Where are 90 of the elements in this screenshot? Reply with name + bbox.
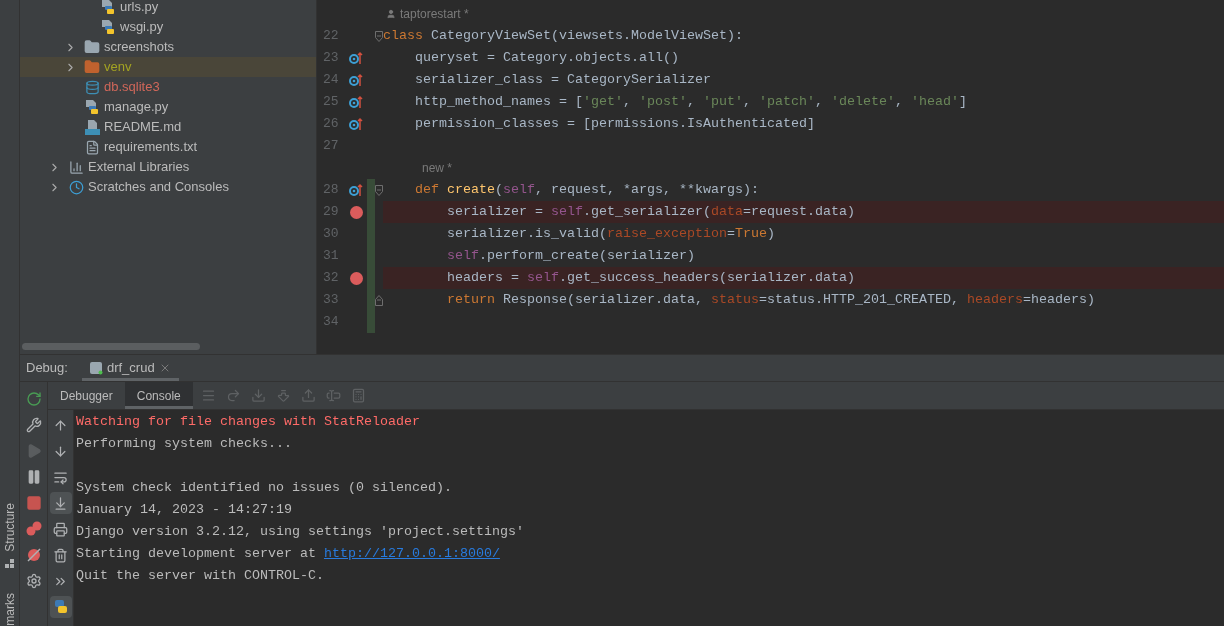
code-line: self.perform_create(serializer) — [446, 247, 695, 265]
tree-item[interactable]: venv — [20, 57, 316, 77]
wrench-icon[interactable] — [25, 417, 42, 433]
tree-item[interactable]: screenshots — [20, 37, 316, 57]
scroll-to-end-button[interactable] — [49, 492, 72, 514]
console-line: January 14, 2023 - 14:27:19 — [76, 501, 292, 519]
stop-icon[interactable] — [25, 495, 42, 511]
code-vision-hint[interactable]: new * — [422, 159, 453, 177]
scratches-icon — [68, 179, 84, 195]
trash-icon — [53, 547, 68, 563]
fold-marker-icon[interactable] — [375, 294, 383, 306]
python-console-icon — [52, 599, 69, 615]
down-arrow-icon — [53, 443, 68, 459]
console-line: Watching for file changes with StatReloader — [76, 413, 420, 431]
python-file-icon — [101, 0, 115, 15]
code-vision-hint[interactable]: taptorestart * — [400, 5, 469, 23]
debug-label: Debug: — [25, 359, 69, 378]
console-line: Performing system checks... — [76, 435, 292, 453]
structure-icon — [4, 559, 15, 570]
line-number: 32 — [322, 269, 340, 288]
structure-tool-tab[interactable]: Structure — [0, 502, 19, 552]
tree-item[interactable]: README.md — [20, 117, 316, 137]
libraries-icon — [68, 159, 84, 175]
server-link[interactable]: http://127.0.0.1:8000/ — [323, 546, 500, 561]
tree-item[interactable]: requirements.txt — [20, 137, 316, 157]
code-line: serializer = self.get_serializer(data=request.data) — [446, 203, 855, 221]
tree-item[interactable]: db.sqlite3 — [20, 77, 316, 97]
database-icon — [84, 79, 100, 95]
console-line: Django version 3.2.12, using settings 'project.settings' — [76, 523, 524, 541]
python-console-button[interactable] — [49, 596, 72, 618]
code-line: queryset = Category.objects.all() — [414, 49, 679, 67]
line-number: 26 — [322, 115, 340, 134]
author-icon — [386, 9, 396, 19]
folder-icon — [84, 39, 100, 55]
code-line: return Response(serializer.data, status=status.HTTP_201_CREATED, headers=headers) — [446, 291, 1095, 309]
line-number: 27 — [322, 137, 340, 156]
scroll-to-end-icon — [53, 495, 68, 511]
line-number: 22 — [322, 27, 340, 46]
code-line: serializer_class = CategorySerializer — [414, 71, 711, 89]
breakpoint-icon[interactable] — [349, 205, 363, 219]
up-arrow-icon — [53, 417, 68, 433]
rerun-icon[interactable] — [25, 391, 42, 407]
change-marker[interactable] — [367, 311, 375, 333]
python-file-icon — [101, 19, 115, 35]
soft-wrap-icon — [53, 469, 68, 485]
tree-item[interactable]: wsgi.py — [20, 17, 316, 37]
override-marker-icon[interactable] — [349, 95, 363, 109]
tree-item[interactable]: Scratches and Consoles — [20, 177, 316, 197]
text-file-icon — [84, 139, 100, 155]
code-line: permission_classes = [permissions.IsAuthenticated] — [414, 115, 815, 133]
tree-item[interactable]: External Libraries — [20, 157, 316, 177]
code-line: serializer.is_valid(raise_exception=True) — [446, 225, 775, 243]
override-marker-icon[interactable] — [349, 117, 363, 131]
horizontal-scrollbar[interactable] — [22, 343, 200, 350]
override-marker-icon[interactable] — [349, 51, 363, 65]
print-icon — [53, 521, 68, 537]
line-number: 24 — [322, 71, 340, 90]
change-marker[interactable] — [367, 179, 375, 201]
code-line: def create(self, request, *args, **kwargs): — [414, 181, 759, 199]
line-number: 34 — [322, 313, 340, 332]
python-file-icon — [85, 99, 99, 115]
console-line: Quit the server with CONTROL-C. — [76, 567, 324, 585]
tree-item[interactable]: urls.py — [20, 0, 316, 17]
line-number: 31 — [322, 247, 340, 266]
code-line: http_method_names = ['get', 'post', 'put', 'patch', 'delete', 'head'] — [414, 93, 967, 111]
console-line: System check identified no issues (0 silenced). — [76, 479, 452, 497]
markdown-file-icon — [84, 119, 100, 135]
breakpoint-icon[interactable] — [349, 271, 363, 285]
line-number: 33 — [322, 291, 340, 310]
breakpoints-icon[interactable] — [25, 521, 42, 537]
code-line: class CategoryViewSet(viewsets.ModelViewSet): — [383, 27, 743, 45]
line-number: 30 — [322, 225, 340, 244]
tree-item[interactable]: manage.py — [20, 97, 316, 117]
folder-icon — [84, 59, 100, 75]
code-line: headers = self.get_success_headers(serializer.data) — [446, 269, 855, 287]
mute-breakpoints-icon[interactable] — [25, 547, 42, 563]
debug-tab[interactable]: Console — [124, 382, 193, 409]
console-line: Starting development server at http://127.0.0.1:8000/ — [76, 545, 500, 563]
fold-marker-icon[interactable] — [375, 30, 383, 42]
fold-marker-icon[interactable] — [375, 184, 383, 196]
debug-tab[interactable]: Debugger — [48, 382, 125, 409]
session-tab[interactable]: drf_crud — [81, 355, 179, 381]
override-marker-icon[interactable] — [349, 183, 363, 197]
line-number: 23 — [322, 49, 340, 68]
line-number: 29 — [322, 203, 340, 222]
bookmarks-tool-tab[interactable]: marks — [0, 593, 19, 626]
line-number: 25 — [322, 93, 340, 112]
override-marker-icon[interactable] — [349, 73, 363, 87]
settings-icon[interactable] — [25, 573, 42, 589]
line-number: 28 — [322, 181, 340, 200]
